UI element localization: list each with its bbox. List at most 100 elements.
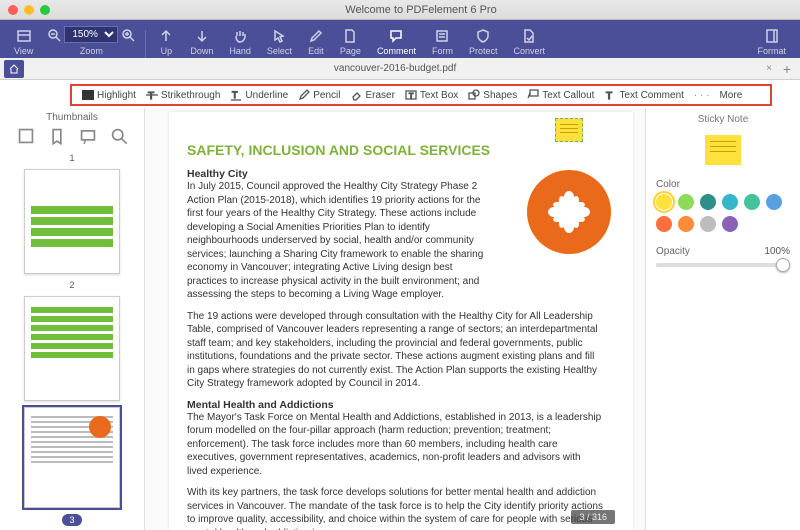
annotations-tab[interactable]	[79, 129, 97, 143]
shield-icon	[475, 28, 491, 44]
hand-icon	[232, 28, 248, 44]
thumbnails-panel: Thumbnails 1 2 3	[0, 108, 145, 530]
color-swatch[interactable]	[722, 194, 738, 210]
eraser-icon	[350, 89, 362, 101]
color-swatch[interactable]	[656, 216, 672, 232]
zoom-select[interactable]: 150%	[64, 26, 118, 43]
color-swatch[interactable]	[700, 216, 716, 232]
color-swatch[interactable]	[766, 194, 782, 210]
close-window-button[interactable]	[8, 5, 18, 15]
svg-text:T: T	[148, 91, 154, 101]
sticky-note-annotation[interactable]	[555, 118, 583, 142]
comment-subtoolbar: Highlight TStrikethrough TUnderline Penc…	[70, 84, 772, 106]
thumbnail-page-3[interactable]	[24, 407, 120, 508]
color-swatch[interactable]	[722, 216, 738, 232]
eraser-tool[interactable]: Eraser	[350, 89, 394, 101]
home-tab[interactable]	[4, 60, 24, 78]
document-tab[interactable]: vancouver-2016-budget.pdf	[30, 63, 760, 74]
protect-tool[interactable]: Protect	[461, 26, 506, 58]
comment-tool[interactable]: Comment	[369, 26, 424, 58]
minimize-window-button[interactable]	[24, 5, 34, 15]
zoom-control[interactable]: 150% Zoom	[41, 24, 141, 58]
textcomment-label: Text Comment	[619, 90, 683, 101]
section-heading: SAFETY, INCLUSION AND SOCIAL SERVICES	[187, 142, 603, 158]
color-swatch[interactable]	[678, 216, 694, 232]
underline-tool[interactable]: TUnderline	[230, 89, 288, 101]
page-content: SAFETY, INCLUSION AND SOCIAL SERVICES He…	[169, 112, 633, 530]
page-tool[interactable]: Page	[332, 26, 369, 58]
eraser-label: Eraser	[365, 90, 394, 101]
comment-label: Comment	[377, 46, 416, 56]
svg-text:T: T	[409, 93, 414, 100]
slider-knob[interactable]	[776, 258, 790, 272]
hand-tool[interactable]: Hand	[221, 26, 259, 58]
sticky-note-preview	[705, 135, 741, 165]
svg-text:T: T	[606, 91, 612, 101]
form-label: Form	[432, 46, 453, 56]
edit-label: Edit	[308, 46, 324, 56]
opacity-slider[interactable]	[656, 263, 790, 267]
page-indicator: 3 / 316	[571, 510, 615, 524]
textbox-label: Text Box	[420, 90, 458, 101]
zoom-out-icon[interactable]	[47, 28, 61, 42]
up-label: Up	[161, 46, 173, 56]
thumbnail-page-2[interactable]	[24, 296, 120, 401]
down-tool[interactable]: Down	[182, 26, 221, 58]
color-swatch[interactable]	[656, 194, 672, 210]
callout-icon	[527, 89, 539, 101]
thumb-number-3: 3	[62, 514, 81, 526]
format-tool[interactable]: Format	[749, 26, 794, 58]
view-tool[interactable]: View	[6, 26, 41, 58]
edit-icon	[308, 28, 324, 44]
strikethrough-tool[interactable]: TStrikethrough	[146, 89, 220, 101]
more-ellipsis: · · ·	[694, 90, 710, 101]
callout-tool[interactable]: Text Callout	[527, 89, 594, 101]
underline-icon: T	[230, 89, 242, 101]
shapes-tool[interactable]: Shapes	[468, 89, 517, 101]
close-tab-button[interactable]: ×	[760, 63, 778, 74]
textcomment-icon: T	[604, 89, 616, 101]
edit-tool[interactable]: Edit	[300, 26, 332, 58]
search-tab[interactable]	[110, 129, 128, 143]
document-filename: vancouver-2016-budget.pdf	[334, 63, 456, 74]
properties-panel: Sticky Note Color Opacity 100%	[645, 108, 800, 530]
paragraph-4: With its key partners, the task force de…	[187, 486, 603, 530]
opacity-label: Opacity	[656, 246, 690, 257]
textcomment-tool[interactable]: T Text Comment	[604, 89, 683, 101]
textbox-tool[interactable]: T Text Box	[405, 89, 458, 101]
subheading-mental-health: Mental Health and Addictions	[187, 399, 603, 411]
color-swatch[interactable]	[678, 194, 694, 210]
more-tools[interactable]: More	[719, 90, 742, 101]
highlight-icon	[82, 90, 94, 100]
thumbnails-tab[interactable]	[17, 129, 35, 143]
window-title: Welcome to PDFelement 6 Pro	[50, 4, 792, 16]
form-tool[interactable]: Form	[424, 26, 461, 58]
pencil-tool[interactable]: Pencil	[298, 89, 340, 101]
convert-label: Convert	[513, 46, 545, 56]
zoom-in-icon[interactable]	[121, 28, 135, 42]
textbox-icon: T	[405, 89, 417, 101]
hand-label: Hand	[229, 46, 251, 56]
new-tab-button[interactable]: +	[778, 61, 796, 77]
zoom-window-button[interactable]	[40, 5, 50, 15]
view-icon	[16, 28, 32, 44]
thumbnails-header: Thumbnails	[0, 108, 144, 127]
document-viewport[interactable]: SAFETY, INCLUSION AND SOCIAL SERVICES He…	[145, 108, 645, 530]
thumb-number-1: 1	[69, 153, 74, 163]
select-tool[interactable]: Select	[259, 26, 300, 58]
thumb-number-2: 2	[69, 280, 74, 290]
highlight-tool[interactable]: Highlight	[82, 90, 136, 101]
arrow-up-icon	[158, 28, 174, 44]
thumbnails-tabs	[0, 127, 144, 149]
color-swatch[interactable]	[700, 194, 716, 210]
convert-tool[interactable]: Convert	[505, 26, 553, 58]
bookmarks-tab[interactable]	[48, 129, 66, 143]
properties-header: Sticky Note	[656, 114, 790, 125]
comment-icon	[388, 28, 404, 44]
strikethrough-icon: T	[146, 89, 158, 101]
paragraph-3: The Mayor's Task Force on Mental Health …	[187, 411, 603, 479]
color-swatch[interactable]	[744, 194, 760, 210]
underline-label: Underline	[245, 90, 288, 101]
thumbnail-page-1[interactable]	[24, 169, 120, 274]
up-tool[interactable]: Up	[150, 26, 182, 58]
